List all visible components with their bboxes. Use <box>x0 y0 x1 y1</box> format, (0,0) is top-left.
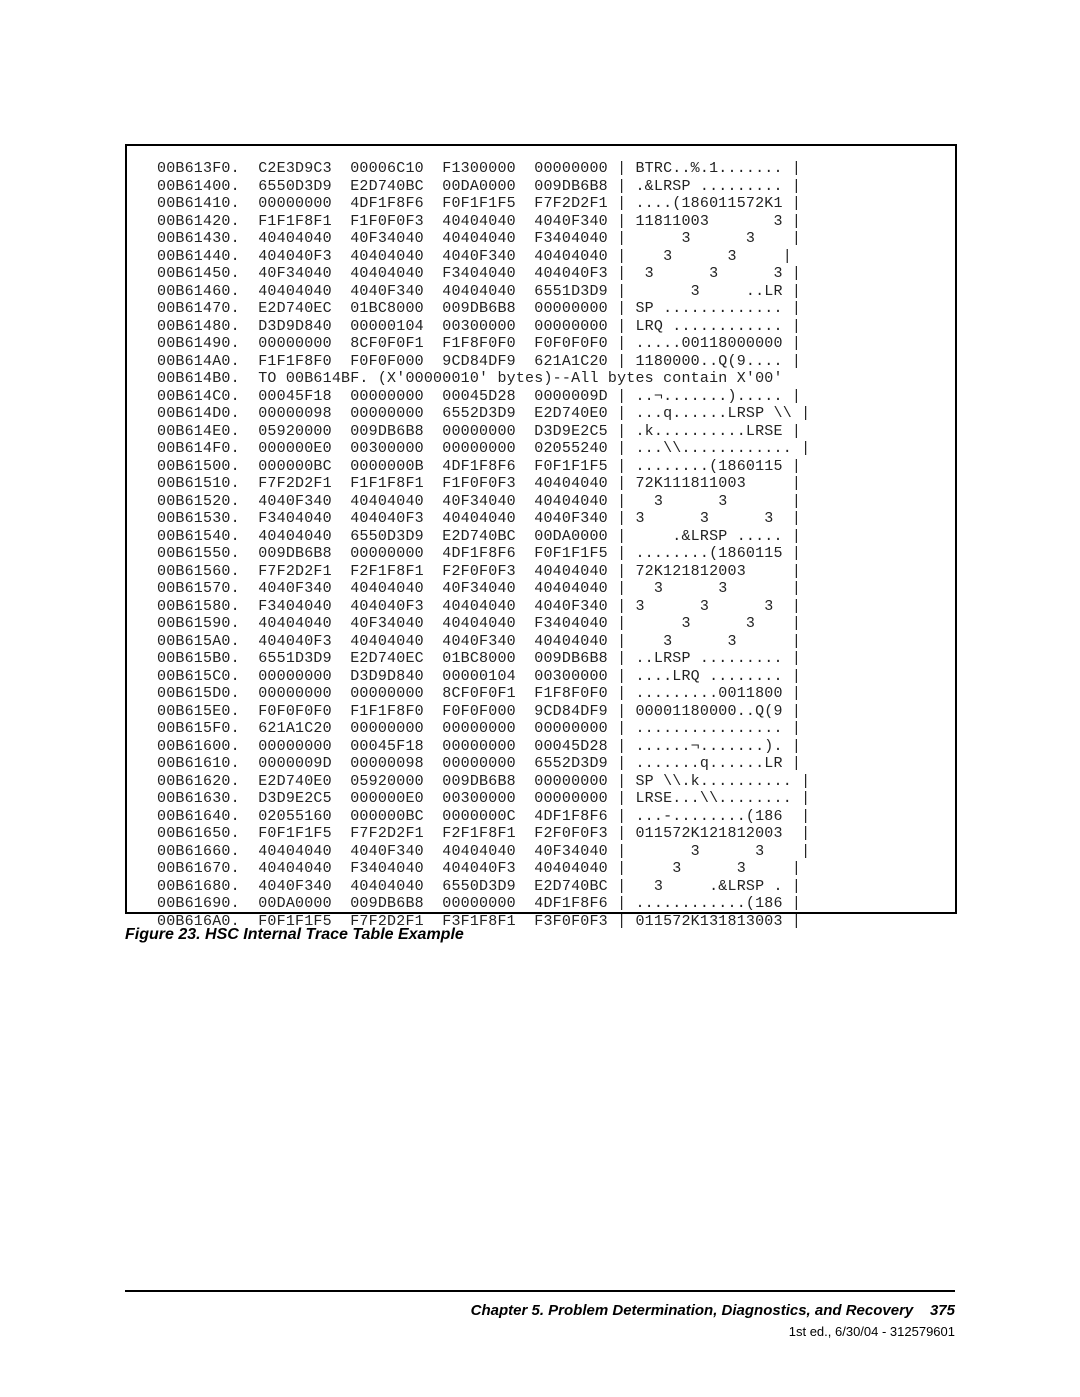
figure-caption: Figure 23. HSC Internal Trace Table Exam… <box>125 926 464 944</box>
footer-chapter: Chapter 5. Problem Determination, Diagno… <box>471 1302 914 1319</box>
footer-rule <box>125 1290 955 1292</box>
hex-dump-box: 00B613F0. C2E3D9C3 00006C10 F1300000 000… <box>125 144 957 914</box>
footer-chapter-line: Chapter 5. Problem Determination, Diagno… <box>471 1302 955 1319</box>
footer-edition: 1st ed., 6/30/04 - 312579601 <box>789 1324 955 1339</box>
footer-page: 375 <box>930 1302 955 1319</box>
hex-dump-text: 00B613F0. C2E3D9C3 00006C10 F1300000 000… <box>157 160 935 930</box>
